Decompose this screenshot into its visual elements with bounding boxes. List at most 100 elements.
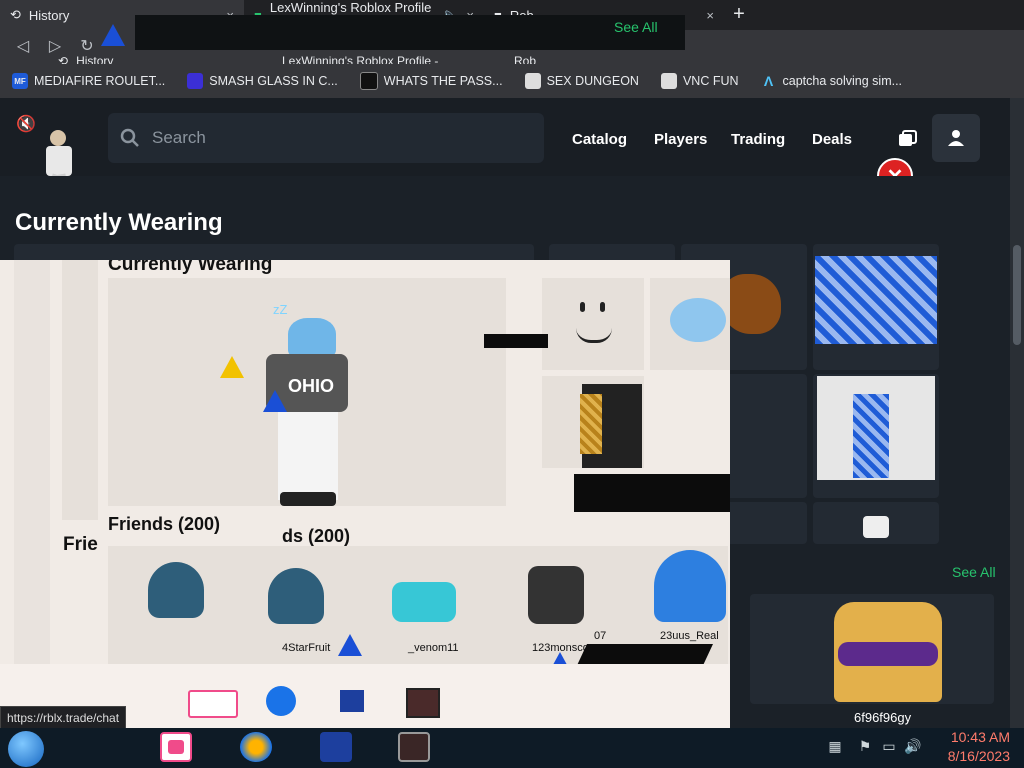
- friend-avatar[interactable]: [528, 566, 584, 624]
- blue-hair-icon: [670, 298, 726, 342]
- bookmark-label: WHATS THE PASS...: [383, 74, 503, 88]
- overlay-strip: [62, 260, 98, 520]
- monitor-icon[interactable]: ▭: [880, 738, 898, 756]
- friend-avatar[interactable]: [148, 562, 204, 618]
- messages-app-icon[interactable]: [160, 732, 192, 762]
- nav-players[interactable]: Players: [654, 131, 707, 148]
- firefox-icon[interactable]: [240, 732, 272, 762]
- smash-glass-icon: [187, 73, 204, 89]
- user-button[interactable]: [932, 114, 980, 162]
- app-icon[interactable]: [320, 732, 352, 762]
- flag-icon[interactable]: ⚑: [856, 738, 874, 756]
- bookmark-label: VNC FUN: [682, 74, 739, 88]
- avatar-shirt-caption: OHIO: [288, 376, 335, 396]
- glitch-bar: [484, 334, 548, 348]
- glitch-bar: [574, 474, 730, 512]
- item-tile[interactable]: [813, 244, 939, 370]
- scrollbar-track[interactable]: [1010, 98, 1024, 728]
- volume-icon[interactable]: 🔊: [904, 738, 922, 756]
- overlay-strip: [14, 260, 50, 730]
- bookmark-smash-glass[interactable]: SMASH GLASS IN C...: [187, 73, 338, 89]
- see-all-link[interactable]: See All: [952, 564, 996, 580]
- sleep-z-icon: zZ: [273, 302, 288, 317]
- start-button[interactable]: [8, 731, 44, 767]
- friend-avatar[interactable]: [268, 568, 324, 624]
- warning-icon: [101, 24, 125, 46]
- bookmark-label: captcha solving sim...: [782, 74, 903, 88]
- avatar-legs: [278, 412, 338, 500]
- overlay-item-arm[interactable]: [542, 376, 644, 468]
- roblox-icon: [660, 73, 677, 89]
- overlay-title-friends: Friends (200): [108, 514, 221, 534]
- friend-card[interactable]: [750, 594, 994, 704]
- avatar-hair: [288, 318, 336, 358]
- glitch-bar: [135, 15, 685, 50]
- overlay-title-currently-wearing: Currently Wearing: [108, 260, 273, 275]
- app-icon: [340, 690, 364, 712]
- bookmarks-bar: MF MEDIAFIRE ROULET... SMASH GLASS IN C.…: [0, 64, 1024, 98]
- friend-name[interactable]: 4StarFruit: [282, 642, 330, 654]
- bookmark-mediafire[interactable]: MF MEDIAFIRE ROULET...: [12, 73, 165, 89]
- smile-face-icon: [576, 328, 612, 343]
- scrollbar-thumb[interactable]: [1013, 245, 1021, 345]
- bookmark-whats-the-pass[interactable]: WHATS THE PASS...: [359, 72, 503, 90]
- hair-item-icon: [721, 274, 781, 334]
- search-placeholder: Search: [152, 128, 206, 147]
- bookmark-label: MEDIAFIRE ROULET...: [34, 74, 166, 88]
- mediafire-icon: MF: [12, 73, 28, 89]
- checkered-shirt-icon: [815, 256, 937, 344]
- clock-time: 10:43 AM: [950, 729, 1010, 745]
- close-tab-icon[interactable]: ×: [706, 8, 714, 23]
- bookmark-vnc-fun[interactable]: VNC FUN: [660, 73, 739, 89]
- friend-avatar[interactable]: [392, 582, 456, 622]
- chat-icon[interactable]: [897, 128, 919, 150]
- clock-date: 8/16/2023: [947, 748, 1010, 764]
- see-all-link-ghost[interactable]: See All: [614, 19, 658, 35]
- nav-catalog[interactable]: Catalog: [572, 131, 627, 148]
- friend-avatar[interactable]: [654, 550, 726, 622]
- bookmark-sex-dungeon[interactable]: SEX DUNGEON: [524, 73, 639, 89]
- glitch-overlay: Currently Wearing zZ OHIO Friends (200) …: [0, 260, 730, 730]
- avatar-preview: zZ OHIO: [108, 278, 506, 506]
- item-tile[interactable]: [813, 374, 939, 498]
- friend-name[interactable]: 6f96f96gy: [854, 710, 911, 725]
- gold-arm-icon: [580, 394, 602, 454]
- firefox-icon: [266, 686, 296, 716]
- nav-deals[interactable]: Deals: [812, 131, 852, 148]
- overlay-title-friends-ghost: Frie: [63, 534, 98, 555]
- tab-title: History: [28, 7, 70, 23]
- friend-name[interactable]: 07: [594, 630, 606, 642]
- clock[interactable]: 10:43 AM 8/16/2023: [930, 728, 1010, 766]
- messages-icon: [188, 690, 238, 718]
- friend-name[interactable]: 23uus_Real: [660, 630, 719, 642]
- nav-trading[interactable]: Trading: [731, 131, 785, 148]
- back-icon[interactable]: ◁: [12, 36, 34, 58]
- muted-speaker-icon: 🔇: [16, 116, 36, 133]
- bookmark-captcha[interactable]: Λ captcha solving sim...: [761, 73, 903, 89]
- search-input[interactable]: Search: [108, 113, 544, 163]
- bookmark-label: SMASH GLASS IN C...: [209, 74, 338, 88]
- warning-icon: [263, 390, 287, 412]
- app-icon: [406, 688, 440, 718]
- app-icon[interactable]: [398, 732, 430, 762]
- overlay-item-hair[interactable]: [650, 278, 730, 370]
- checkered-pants-icon: [853, 394, 889, 478]
- status-url-tooltip: https://rblx.trade/chat: [0, 706, 127, 730]
- overlay-item-face[interactable]: [542, 278, 644, 370]
- new-tab-button[interactable]: +: [728, 4, 750, 26]
- captcha-icon: Λ: [763, 73, 774, 89]
- warning-icon: [338, 634, 362, 656]
- section-title-currently-wearing: Currently Wearing: [15, 209, 223, 236]
- overlay-title-friends-ghost: ds (200): [282, 526, 351, 546]
- roblox-icon: [524, 73, 541, 89]
- network-icon[interactable]: ▦: [826, 738, 844, 756]
- user-icon: [948, 130, 964, 146]
- item-tile[interactable]: [813, 502, 939, 544]
- sunglasses-icon: [838, 642, 938, 666]
- search-icon: [120, 128, 139, 147]
- friend-name[interactable]: _venom11: [408, 642, 459, 654]
- head-item-icon: [863, 516, 889, 538]
- bookmark-label: SEX DUNGEON: [546, 74, 639, 88]
- history-icon: ⟲: [10, 7, 21, 22]
- warning-icon: [220, 356, 244, 378]
